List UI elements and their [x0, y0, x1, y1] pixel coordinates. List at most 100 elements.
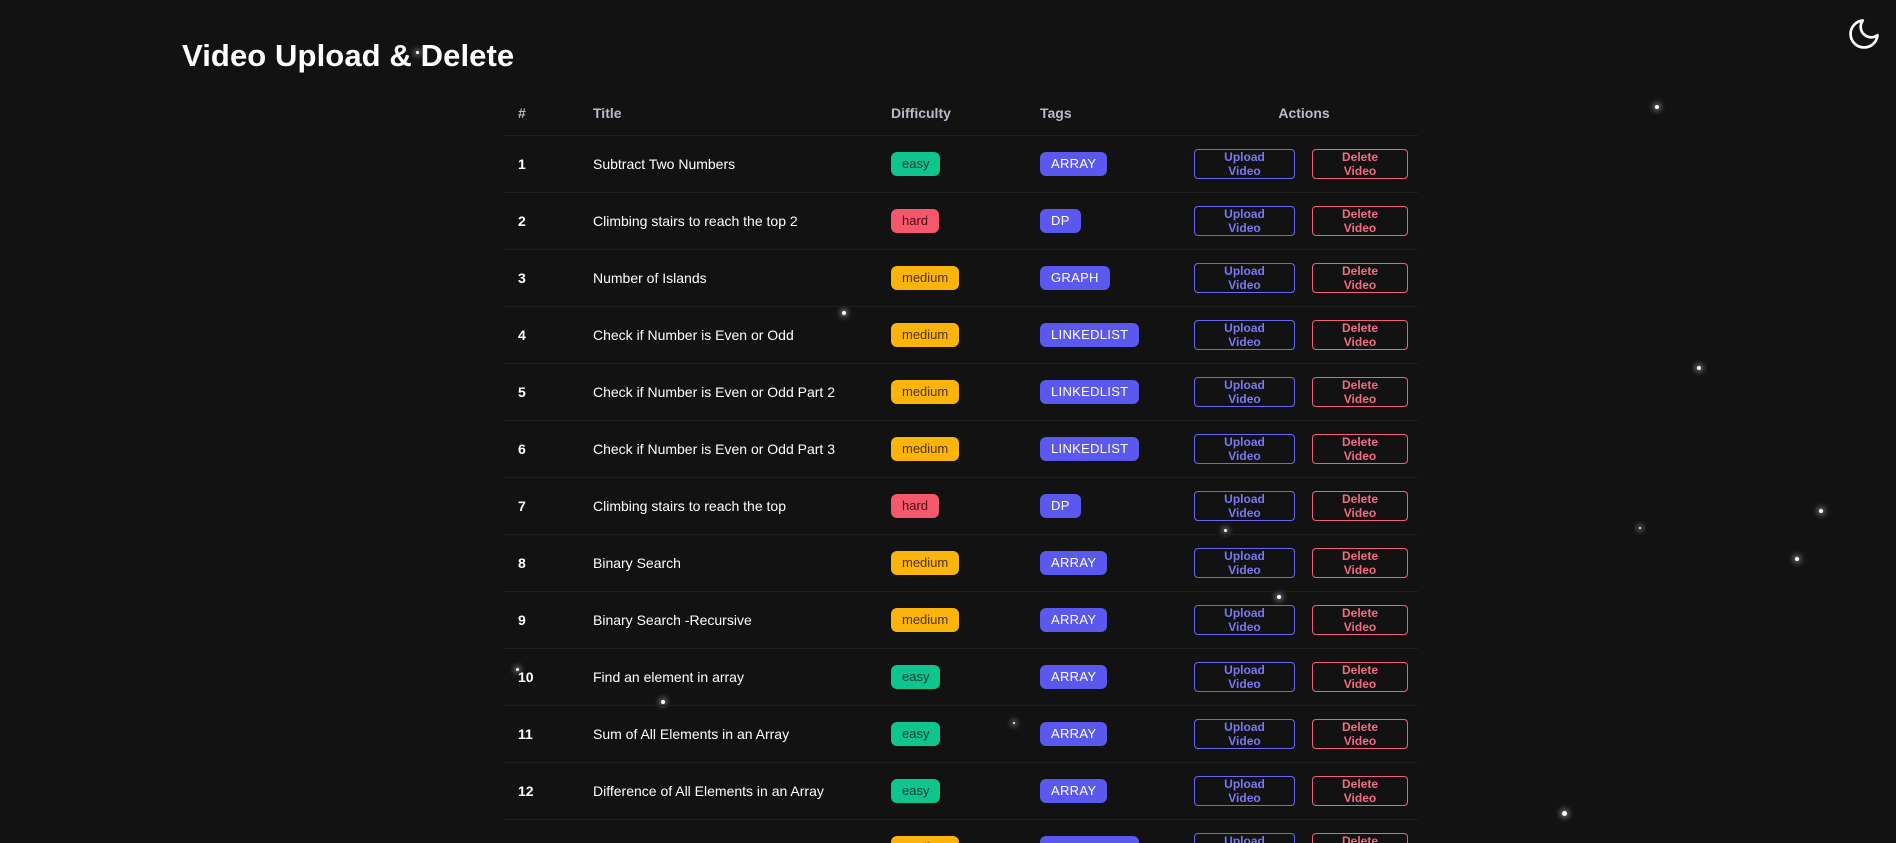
- table-row: 9 Binary Search -Recursive medium ARRAY …: [503, 591, 1418, 649]
- difficulty-badge: medium: [891, 551, 960, 575]
- table-row: 10 Find an element in array easy ARRAY U…: [503, 648, 1418, 706]
- header-num: #: [518, 104, 526, 121]
- table-row: 1 Subtract Two Numbers easy ARRAY Upload…: [503, 135, 1418, 193]
- tag-badge: DP: [1040, 494, 1081, 518]
- table-row: 8 Binary Search medium ARRAY Upload Vide…: [503, 534, 1418, 592]
- delete-video-button[interactable]: Delete Video: [1312, 149, 1408, 179]
- page: Video Upload & Delete # Title Difficulty…: [0, 0, 1896, 843]
- actions-cell: Upload Video Delete Video: [1190, 706, 1418, 763]
- actions-cell: Upload Video Delete Video: [1190, 421, 1418, 478]
- delete-video-button[interactable]: Delete Video: [1312, 548, 1408, 578]
- delete-video-button[interactable]: Delete Video: [1312, 377, 1408, 407]
- header-tags: Tags: [1040, 104, 1072, 121]
- upload-video-button[interactable]: Upload Video: [1194, 320, 1295, 350]
- difficulty-badge: easy: [891, 665, 941, 689]
- row-actions: Upload Video Delete Video: [1190, 434, 1418, 464]
- upload-video-button[interactable]: Upload Video: [1194, 548, 1295, 578]
- problem-title: Check if Number is Even or Odd Part 3: [593, 441, 835, 457]
- problem-title: Climbing stairs to reach the top 2: [593, 213, 798, 229]
- row-number: 12: [518, 783, 534, 799]
- row-actions: Upload Video Delete Video: [1190, 149, 1418, 179]
- sparkle-dot: [1639, 527, 1641, 529]
- actions-cell: Upload Video Delete Video: [1190, 307, 1418, 364]
- delete-video-button[interactable]: Delete Video: [1312, 206, 1408, 236]
- problem-title: Climbing stairs to reach the top: [593, 498, 786, 514]
- delete-video-button[interactable]: Delete Video: [1312, 833, 1408, 843]
- row-actions: Upload Video Delete Video: [1190, 206, 1418, 236]
- difficulty-cell: easy: [891, 136, 1040, 193]
- delete-video-button[interactable]: Delete Video: [1312, 719, 1408, 749]
- difficulty-cell: medium: [891, 820, 1040, 843]
- header-title: Title: [593, 104, 622, 121]
- problems-table: # Title Difficulty Tags Actions 1 Subtra…: [503, 90, 1418, 843]
- upload-video-button[interactable]: Upload Video: [1194, 377, 1295, 407]
- difficulty-cell: easy: [891, 706, 1040, 763]
- sparkle-dot: [1795, 557, 1799, 561]
- difficulty-cell: medium: [891, 421, 1040, 478]
- delete-video-button[interactable]: Delete Video: [1312, 320, 1408, 350]
- row-actions: Upload Video Delete Video: [1190, 491, 1418, 521]
- upload-video-button[interactable]: Upload Video: [1194, 149, 1295, 179]
- tag-badge: ARRAY: [1040, 722, 1108, 746]
- delete-video-button[interactable]: Delete Video: [1312, 662, 1408, 692]
- tags-cell: ARRAY: [1040, 649, 1190, 706]
- problem-title: Difference of All Elements in an Array: [593, 783, 824, 799]
- upload-video-button[interactable]: Upload Video: [1194, 434, 1295, 464]
- row-number: 7: [518, 498, 526, 514]
- upload-video-button[interactable]: Upload Video: [1194, 662, 1295, 692]
- actions-cell: Upload Video Delete Video: [1190, 763, 1418, 820]
- upload-video-button[interactable]: Upload Video: [1194, 263, 1295, 293]
- delete-video-button[interactable]: Delete Video: [1312, 776, 1408, 806]
- difficulty-badge: medium: [891, 380, 960, 404]
- difficulty-cell: hard: [891, 193, 1040, 250]
- sparkle-dot: [1819, 509, 1823, 513]
- theme-toggle-button[interactable]: [1844, 14, 1884, 54]
- tags-cell: ARRAY: [1040, 136, 1190, 193]
- tags-cell: LINKEDLIST: [1040, 820, 1190, 843]
- actions-cell: Upload Video Delete Video: [1190, 592, 1418, 649]
- upload-video-button[interactable]: Upload Video: [1194, 206, 1295, 236]
- difficulty-badge: hard: [891, 209, 940, 233]
- table-row: medium LINKEDLIST Upload Video Delete Vi…: [503, 819, 1418, 843]
- difficulty-badge: medium: [891, 836, 960, 843]
- difficulty-badge: hard: [891, 494, 940, 518]
- tag-badge: ARRAY: [1040, 551, 1108, 575]
- upload-video-button[interactable]: Upload Video: [1194, 491, 1295, 521]
- tag-badge: ARRAY: [1040, 779, 1108, 803]
- upload-video-button[interactable]: Upload Video: [1194, 719, 1295, 749]
- row-number: 3: [518, 270, 526, 286]
- page-title: Video Upload & Delete: [182, 38, 515, 73]
- actions-cell: Upload Video Delete Video: [1190, 478, 1418, 535]
- sparkle-dot: [1697, 366, 1701, 370]
- upload-video-button[interactable]: Upload Video: [1194, 605, 1295, 635]
- table-row: 12 Difference of All Elements in an Arra…: [503, 762, 1418, 820]
- row-actions: Upload Video Delete Video: [1190, 320, 1418, 350]
- upload-video-button[interactable]: Upload Video: [1194, 833, 1295, 843]
- difficulty-cell: medium: [891, 535, 1040, 592]
- upload-video-button[interactable]: Upload Video: [1194, 776, 1295, 806]
- difficulty-cell: medium: [891, 364, 1040, 421]
- delete-video-button[interactable]: Delete Video: [1312, 605, 1408, 635]
- actions-cell: Upload Video Delete Video: [1190, 649, 1418, 706]
- row-actions: Upload Video Delete Video: [1190, 776, 1418, 806]
- difficulty-cell: medium: [891, 307, 1040, 364]
- delete-video-button[interactable]: Delete Video: [1312, 434, 1408, 464]
- difficulty-cell: easy: [891, 649, 1040, 706]
- tags-cell: LINKEDLIST: [1040, 421, 1190, 478]
- tags-cell: ARRAY: [1040, 592, 1190, 649]
- row-number: 2: [518, 213, 526, 229]
- delete-video-button[interactable]: Delete Video: [1312, 491, 1408, 521]
- delete-video-button[interactable]: Delete Video: [1312, 263, 1408, 293]
- tags-cell: LINKEDLIST: [1040, 364, 1190, 421]
- problem-title: Find an element in array: [593, 669, 744, 685]
- tags-cell: ARRAY: [1040, 706, 1190, 763]
- problem-title: Check if Number is Even or Odd: [593, 327, 794, 343]
- sparkle-dot: [1562, 811, 1567, 816]
- row-actions: Upload Video Delete Video: [1190, 662, 1418, 692]
- header-row: # Title Difficulty Tags Actions: [503, 90, 1418, 136]
- difficulty-badge: easy: [891, 779, 941, 803]
- row-number: 10: [518, 669, 534, 685]
- tags-cell: LINKEDLIST: [1040, 307, 1190, 364]
- table-row: 7 Climbing stairs to reach the top hard …: [503, 477, 1418, 535]
- difficulty-cell: medium: [891, 592, 1040, 649]
